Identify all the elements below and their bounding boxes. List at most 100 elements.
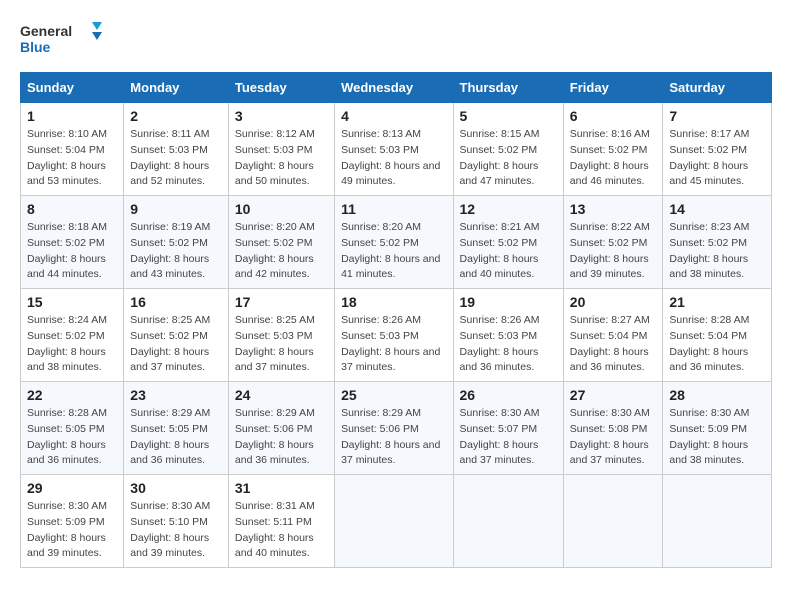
day-number: 19 [460, 294, 557, 310]
calendar-cell: 14 Sunrise: 8:23 AMSunset: 5:02 PMDaylig… [663, 196, 772, 289]
day-info: Sunrise: 8:26 AMSunset: 5:03 PMDaylight:… [341, 314, 440, 373]
header-cell-tuesday: Tuesday [228, 73, 334, 103]
calendar-cell: 3 Sunrise: 8:12 AMSunset: 5:03 PMDayligh… [228, 103, 334, 196]
day-number: 11 [341, 201, 446, 217]
day-number: 5 [460, 108, 557, 124]
calendar-cell: 23 Sunrise: 8:29 AMSunset: 5:05 PMDaylig… [124, 382, 229, 475]
calendar-week-5: 29 Sunrise: 8:30 AMSunset: 5:09 PMDaylig… [21, 475, 772, 568]
calendar-cell [563, 475, 663, 568]
day-number: 12 [460, 201, 557, 217]
day-number: 27 [570, 387, 657, 403]
day-info: Sunrise: 8:22 AMSunset: 5:02 PMDaylight:… [570, 221, 650, 280]
day-number: 20 [570, 294, 657, 310]
header-cell-sunday: Sunday [21, 73, 124, 103]
calendar-table: SundayMondayTuesdayWednesdayThursdayFrid… [20, 72, 772, 568]
day-info: Sunrise: 8:15 AMSunset: 5:02 PMDaylight:… [460, 128, 540, 187]
calendar-cell: 4 Sunrise: 8:13 AMSunset: 5:03 PMDayligh… [335, 103, 453, 196]
calendar-body: 1 Sunrise: 8:10 AMSunset: 5:04 PMDayligh… [21, 103, 772, 568]
day-info: Sunrise: 8:24 AMSunset: 5:02 PMDaylight:… [27, 314, 107, 373]
day-number: 9 [130, 201, 222, 217]
header-row: SundayMondayTuesdayWednesdayThursdayFrid… [21, 73, 772, 103]
calendar-cell: 1 Sunrise: 8:10 AMSunset: 5:04 PMDayligh… [21, 103, 124, 196]
day-info: Sunrise: 8:16 AMSunset: 5:02 PMDaylight:… [570, 128, 650, 187]
calendar-cell: 10 Sunrise: 8:20 AMSunset: 5:02 PMDaylig… [228, 196, 334, 289]
calendar-cell: 12 Sunrise: 8:21 AMSunset: 5:02 PMDaylig… [453, 196, 563, 289]
calendar-week-2: 8 Sunrise: 8:18 AMSunset: 5:02 PMDayligh… [21, 196, 772, 289]
day-info: Sunrise: 8:27 AMSunset: 5:04 PMDaylight:… [570, 314, 650, 373]
day-number: 3 [235, 108, 328, 124]
header-cell-saturday: Saturday [663, 73, 772, 103]
day-info: Sunrise: 8:28 AMSunset: 5:04 PMDaylight:… [669, 314, 749, 373]
day-number: 6 [570, 108, 657, 124]
day-info: Sunrise: 8:13 AMSunset: 5:03 PMDaylight:… [341, 128, 440, 187]
day-info: Sunrise: 8:31 AMSunset: 5:11 PMDaylight:… [235, 500, 315, 559]
calendar-cell: 15 Sunrise: 8:24 AMSunset: 5:02 PMDaylig… [21, 289, 124, 382]
day-info: Sunrise: 8:29 AMSunset: 5:06 PMDaylight:… [341, 407, 440, 466]
calendar-cell: 30 Sunrise: 8:30 AMSunset: 5:10 PMDaylig… [124, 475, 229, 568]
day-number: 1 [27, 108, 117, 124]
day-number: 7 [669, 108, 765, 124]
day-info: Sunrise: 8:21 AMSunset: 5:02 PMDaylight:… [460, 221, 540, 280]
calendar-cell [453, 475, 563, 568]
header: General Blue [20, 20, 772, 56]
day-number: 23 [130, 387, 222, 403]
day-number: 18 [341, 294, 446, 310]
day-info: Sunrise: 8:19 AMSunset: 5:02 PMDaylight:… [130, 221, 210, 280]
calendar-cell: 18 Sunrise: 8:26 AMSunset: 5:03 PMDaylig… [335, 289, 453, 382]
day-info: Sunrise: 8:30 AMSunset: 5:07 PMDaylight:… [460, 407, 540, 466]
day-info: Sunrise: 8:30 AMSunset: 5:09 PMDaylight:… [27, 500, 107, 559]
calendar-cell: 29 Sunrise: 8:30 AMSunset: 5:09 PMDaylig… [21, 475, 124, 568]
day-info: Sunrise: 8:23 AMSunset: 5:02 PMDaylight:… [669, 221, 749, 280]
calendar-cell: 28 Sunrise: 8:30 AMSunset: 5:09 PMDaylig… [663, 382, 772, 475]
calendar-week-1: 1 Sunrise: 8:10 AMSunset: 5:04 PMDayligh… [21, 103, 772, 196]
day-number: 16 [130, 294, 222, 310]
day-info: Sunrise: 8:30 AMSunset: 5:09 PMDaylight:… [669, 407, 749, 466]
day-number: 24 [235, 387, 328, 403]
header-cell-wednesday: Wednesday [335, 73, 453, 103]
day-info: Sunrise: 8:25 AMSunset: 5:02 PMDaylight:… [130, 314, 210, 373]
day-number: 30 [130, 480, 222, 496]
day-number: 8 [27, 201, 117, 217]
calendar-cell: 2 Sunrise: 8:11 AMSunset: 5:03 PMDayligh… [124, 103, 229, 196]
day-info: Sunrise: 8:20 AMSunset: 5:02 PMDaylight:… [235, 221, 315, 280]
day-number: 29 [27, 480, 117, 496]
logo: General Blue [20, 20, 110, 56]
header-cell-monday: Monday [124, 73, 229, 103]
day-info: Sunrise: 8:26 AMSunset: 5:03 PMDaylight:… [460, 314, 540, 373]
day-number: 2 [130, 108, 222, 124]
day-number: 17 [235, 294, 328, 310]
calendar-cell: 11 Sunrise: 8:20 AMSunset: 5:02 PMDaylig… [335, 196, 453, 289]
calendar-cell: 13 Sunrise: 8:22 AMSunset: 5:02 PMDaylig… [563, 196, 663, 289]
svg-text:Blue: Blue [20, 39, 51, 55]
calendar-cell: 17 Sunrise: 8:25 AMSunset: 5:03 PMDaylig… [228, 289, 334, 382]
day-info: Sunrise: 8:20 AMSunset: 5:02 PMDaylight:… [341, 221, 440, 280]
calendar-week-4: 22 Sunrise: 8:28 AMSunset: 5:05 PMDaylig… [21, 382, 772, 475]
day-number: 31 [235, 480, 328, 496]
day-info: Sunrise: 8:18 AMSunset: 5:02 PMDaylight:… [27, 221, 107, 280]
calendar-cell: 31 Sunrise: 8:31 AMSunset: 5:11 PMDaylig… [228, 475, 334, 568]
calendar-cell: 16 Sunrise: 8:25 AMSunset: 5:02 PMDaylig… [124, 289, 229, 382]
day-number: 10 [235, 201, 328, 217]
day-info: Sunrise: 8:30 AMSunset: 5:08 PMDaylight:… [570, 407, 650, 466]
day-number: 21 [669, 294, 765, 310]
calendar-cell: 21 Sunrise: 8:28 AMSunset: 5:04 PMDaylig… [663, 289, 772, 382]
day-number: 28 [669, 387, 765, 403]
day-number: 15 [27, 294, 117, 310]
day-number: 22 [27, 387, 117, 403]
day-number: 26 [460, 387, 557, 403]
day-info: Sunrise: 8:29 AMSunset: 5:06 PMDaylight:… [235, 407, 315, 466]
day-info: Sunrise: 8:30 AMSunset: 5:10 PMDaylight:… [130, 500, 210, 559]
day-info: Sunrise: 8:28 AMSunset: 5:05 PMDaylight:… [27, 407, 107, 466]
day-number: 13 [570, 201, 657, 217]
day-number: 4 [341, 108, 446, 124]
calendar-cell: 26 Sunrise: 8:30 AMSunset: 5:07 PMDaylig… [453, 382, 563, 475]
calendar-cell: 19 Sunrise: 8:26 AMSunset: 5:03 PMDaylig… [453, 289, 563, 382]
calendar-cell: 8 Sunrise: 8:18 AMSunset: 5:02 PMDayligh… [21, 196, 124, 289]
calendar-cell: 22 Sunrise: 8:28 AMSunset: 5:05 PMDaylig… [21, 382, 124, 475]
header-cell-friday: Friday [563, 73, 663, 103]
day-info: Sunrise: 8:25 AMSunset: 5:03 PMDaylight:… [235, 314, 315, 373]
calendar-cell: 5 Sunrise: 8:15 AMSunset: 5:02 PMDayligh… [453, 103, 563, 196]
calendar-cell: 27 Sunrise: 8:30 AMSunset: 5:08 PMDaylig… [563, 382, 663, 475]
calendar-cell [335, 475, 453, 568]
day-info: Sunrise: 8:11 AMSunset: 5:03 PMDaylight:… [130, 128, 209, 187]
